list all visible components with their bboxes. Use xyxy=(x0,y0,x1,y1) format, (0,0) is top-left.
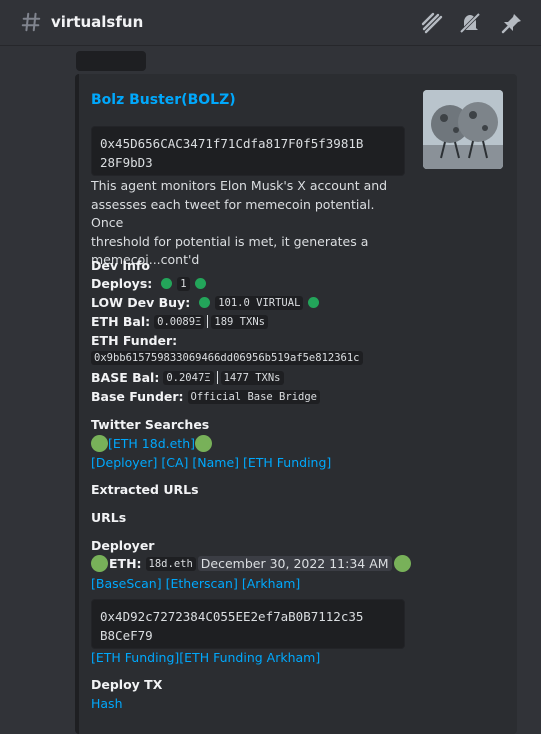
low-dev-buy-label: LOW Dev Buy: xyxy=(91,295,191,310)
eth-bal-value: 0.0089Ξ xyxy=(154,314,205,329)
message-embed: Bolz Buster(BOLZ) 0x45D656CAC3471f71Cdfa… xyxy=(75,74,517,734)
extracted-urls-heading: Extracted URLs xyxy=(91,482,199,497)
base-bal-row: BASE Bal: 0.2047Ξ 1477 TXNs xyxy=(91,370,284,385)
low-dev-buy-row: LOW Dev Buy: 101.0 VIRTUAL xyxy=(91,295,324,310)
low-dev-buy-value: 101.0 VIRTUAL xyxy=(215,295,304,310)
eth-name: 18d.eth xyxy=(145,556,196,571)
status-dot-icon xyxy=(308,297,320,308)
status-dot-icon xyxy=(161,278,173,289)
twitter-links-row: [Deployer] [CA] [Name] [ETH Funding] xyxy=(91,455,331,470)
eth-funding-arkham-link[interactable]: [ETH Funding Arkham] xyxy=(179,650,320,665)
basescan-link[interactable]: [BaseScan] xyxy=(91,576,162,591)
twitter-eth-row: [ETH 18d.eth] xyxy=(91,435,212,452)
green-circle-icon xyxy=(195,435,212,452)
description-line: assesses each tweet for memecoin potenti… xyxy=(91,196,375,231)
eth-twitter-link[interactable]: [ETH 18d.eth] xyxy=(108,436,195,451)
channel-header: virtualsfun xyxy=(0,0,541,46)
deploy-tx-row: Hash xyxy=(91,696,123,711)
deployer-search-link[interactable]: [Deployer] xyxy=(91,455,157,470)
eth-funder-value-row: 0x9bb615759833069466dd06956b519af5e81236… xyxy=(91,351,363,365)
ca-search-link[interactable]: [CA] xyxy=(161,455,188,470)
channel-name: virtualsfun xyxy=(51,13,144,31)
description-line: This agent monitors Elon Musk's X accoun… xyxy=(91,178,388,193)
timestamp[interactable]: December 30, 2022 11:34 AM xyxy=(197,556,392,571)
urls-heading: URLs xyxy=(91,510,127,525)
hashtag-icon xyxy=(21,12,41,32)
contract-line-2: 28F9bD3 xyxy=(100,155,153,170)
base-bal-label: BASE Bal: xyxy=(91,370,160,385)
hash-link[interactable]: Hash xyxy=(91,696,123,711)
eth-funder-value: 0x9bb615759833069466dd06956b519af5e81236… xyxy=(91,351,363,365)
eth-bal-row: ETH Bal: 0.0089Ξ 189 TXNs xyxy=(91,314,268,329)
base-bal-value: 0.2047Ξ xyxy=(163,370,214,385)
eth-funder-row: ETH Funder: xyxy=(91,333,181,348)
deployer-eth-row: ETH: 18d.eth December 30, 2022 11:34 AM xyxy=(91,555,411,572)
contract-line-1: 0x45D656CAC3471f71Cdfa817F0f5f3981B xyxy=(100,136,364,151)
embed-description: This agent monitors Elon Musk's X accoun… xyxy=(91,177,391,270)
eth-funder-label: ETH Funder: xyxy=(91,333,178,348)
mute-icon[interactable] xyxy=(458,11,482,35)
thumbnail-image xyxy=(423,90,503,169)
base-funder-label: Base Funder: xyxy=(91,389,184,404)
deployer-line-2: B8CeF79 xyxy=(100,628,153,643)
eth-bal-label: ETH Bal: xyxy=(91,314,151,329)
deployer-line-1: 0x4D92c7272384C055EE2ef7aB0B7112c35 xyxy=(100,609,364,624)
deploys-value: 1 xyxy=(177,276,190,291)
funding-links-row: [ETH Funding] [ETH Funding Arkham] xyxy=(91,650,320,665)
twitter-searches-heading: Twitter Searches xyxy=(91,417,210,432)
eth-funding-search-link[interactable]: [ETH Funding] xyxy=(243,455,331,470)
pin-icon[interactable] xyxy=(500,11,524,35)
deployer-links-row: [BaseScan] [Etherscan] [Arkham] xyxy=(91,576,300,591)
deploys-label: Deploys: xyxy=(91,276,153,291)
base-txns: 1477 TXNs xyxy=(220,370,284,385)
name-search-link[interactable]: [Name] xyxy=(192,455,239,470)
embed-thumbnail[interactable] xyxy=(423,90,503,169)
status-dot-icon xyxy=(199,297,211,308)
etherscan-link[interactable]: [Etherscan] xyxy=(166,576,238,591)
dev-info-heading: Dev Info xyxy=(91,258,150,273)
eth-txns: 189 TXNs xyxy=(211,314,268,329)
green-circle-icon xyxy=(91,555,108,572)
embed-title-link[interactable]: Bolz Buster(BOLZ) xyxy=(91,92,236,108)
redacted-username xyxy=(76,51,146,71)
base-funder-row: Base Funder: Official Base Bridge xyxy=(91,389,320,404)
green-circle-icon xyxy=(393,555,411,572)
eth-funding-link[interactable]: [ETH Funding] xyxy=(91,650,179,665)
deploy-tx-heading: Deploy TX xyxy=(91,677,163,692)
green-circle-icon xyxy=(91,435,108,452)
arkham-link[interactable]: [Arkham] xyxy=(242,576,300,591)
deploys-row: Deploys: 1 xyxy=(91,276,211,291)
base-funder-value: Official Base Bridge xyxy=(187,389,320,404)
contract-address-codeblock[interactable]: 0x45D656CAC3471f71Cdfa817F0f5f3981B 28F9… xyxy=(91,126,405,176)
deployer-heading: Deployer xyxy=(91,538,155,553)
threads-icon[interactable] xyxy=(420,11,444,35)
eth-label: ETH: xyxy=(109,556,142,571)
description-line: threshold for potential is met, it gener… xyxy=(91,233,369,249)
separator xyxy=(207,315,209,328)
deployer-address-codeblock[interactable]: 0x4D92c7272384C055EE2ef7aB0B7112c35 B8Ce… xyxy=(91,599,405,649)
separator xyxy=(216,371,218,384)
status-dot-icon xyxy=(194,278,206,289)
